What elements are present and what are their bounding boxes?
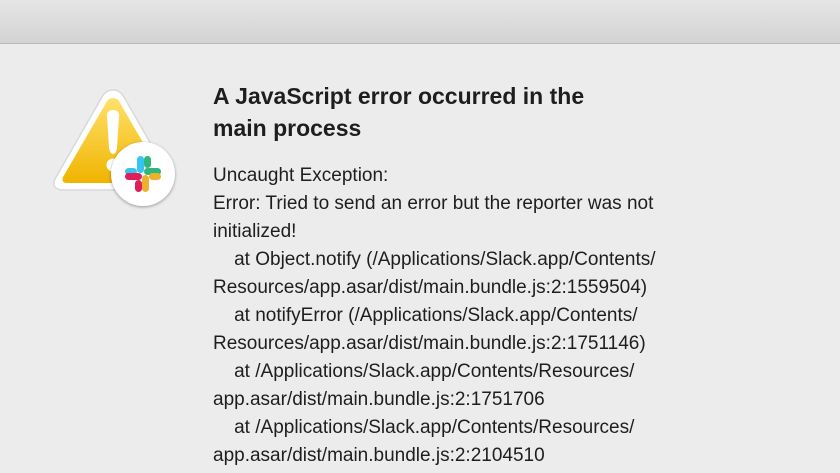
message-line: at notifyError (/Applications/Slack.app/…: [213, 305, 638, 326]
message-line: Resources/app.asar/dist/main.bundle.js:2…: [213, 333, 646, 354]
message-line: Uncaught Exception:: [213, 165, 389, 186]
message-line: at /Applications/Slack.app/Contents/Reso…: [213, 417, 635, 438]
message-line: Error: Tried to send an error but the re…: [213, 193, 654, 214]
message-line: at /Applications/Slack.app/Contents/Reso…: [213, 361, 635, 382]
message-line: app.asar/dist/main.bundle.js:2:2104510: [213, 445, 545, 466]
dialog-icon: [50, 84, 180, 206]
dialog-title-line: main process: [213, 115, 362, 141]
error-dialog: A JavaScript error occurred in the main …: [0, 0, 840, 473]
message-line: app.asar/dist/main.bundle.js:2:1751706: [213, 389, 545, 410]
message-line: initialized!: [213, 221, 297, 242]
window-titlebar[interactable]: [0, 0, 840, 44]
slack-logo-icon: [125, 156, 161, 192]
dialog-title-line: A JavaScript error occurred in the: [213, 83, 585, 109]
dialog-title: A JavaScript error occurred in the main …: [213, 80, 813, 144]
slack-app-badge: [111, 142, 175, 206]
message-line: at Object.notify (/Applications/Slack.ap…: [213, 249, 656, 270]
dialog-message: Uncaught Exception: Error: Tried to send…: [213, 162, 813, 470]
message-line: Resources/app.asar/dist/main.bundle.js:2…: [213, 277, 648, 298]
